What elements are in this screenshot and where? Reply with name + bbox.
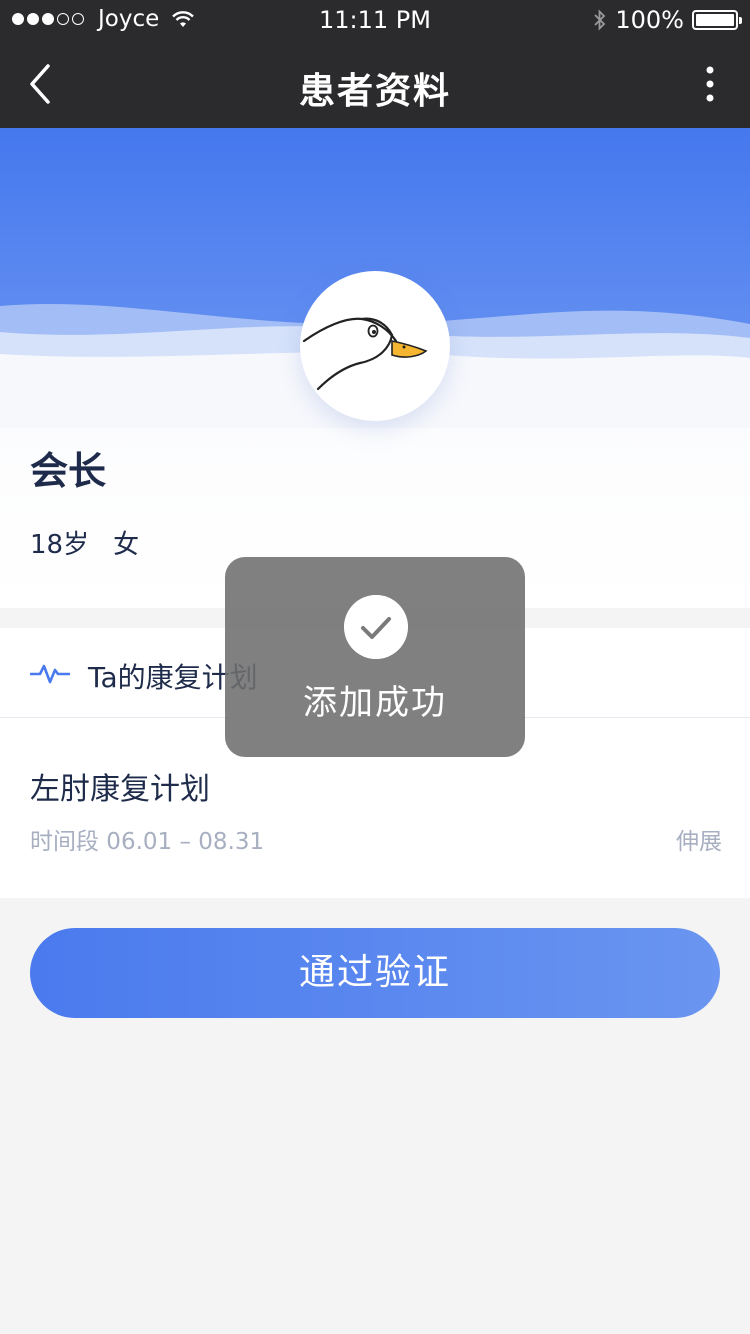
success-toast: 添加成功 bbox=[225, 557, 525, 757]
status-right: 100% bbox=[593, 6, 742, 34]
patient-profile-screen: Joyce 11:11 PM 100% 患者资料 会长 18岁 女 Ta的康复计… bbox=[0, 0, 750, 1334]
plan-period: 时间段 06.01 – 08.31 bbox=[30, 829, 265, 855]
page-title: 患者资料 bbox=[298, 71, 451, 112]
battery-icon bbox=[692, 10, 742, 30]
plan-type: 伸展 bbox=[676, 829, 722, 855]
battery-percent: 100% bbox=[615, 6, 684, 34]
more-vertical-icon[interactable] bbox=[690, 58, 730, 110]
status-bar: Joyce 11:11 PM 100% bbox=[0, 0, 750, 40]
patient-meta: 18岁 女 bbox=[30, 524, 139, 561]
bluetooth-icon bbox=[594, 9, 606, 31]
duck-avatar-icon bbox=[300, 271, 450, 421]
verify-button[interactable]: 通过验证 bbox=[30, 928, 720, 1018]
patient-age: 18岁 bbox=[30, 530, 90, 560]
check-icon bbox=[344, 595, 408, 659]
nav-bar: 患者资料 bbox=[0, 40, 750, 128]
patient-gender: 女 bbox=[113, 530, 140, 560]
toast-message: 添加成功 bbox=[303, 683, 447, 723]
plan-title: 左肘康复计划 bbox=[30, 772, 210, 807]
pulse-icon bbox=[30, 664, 70, 684]
profile-header: 会长 18岁 女 bbox=[0, 128, 750, 608]
patient-name: 会长 bbox=[30, 449, 107, 493]
